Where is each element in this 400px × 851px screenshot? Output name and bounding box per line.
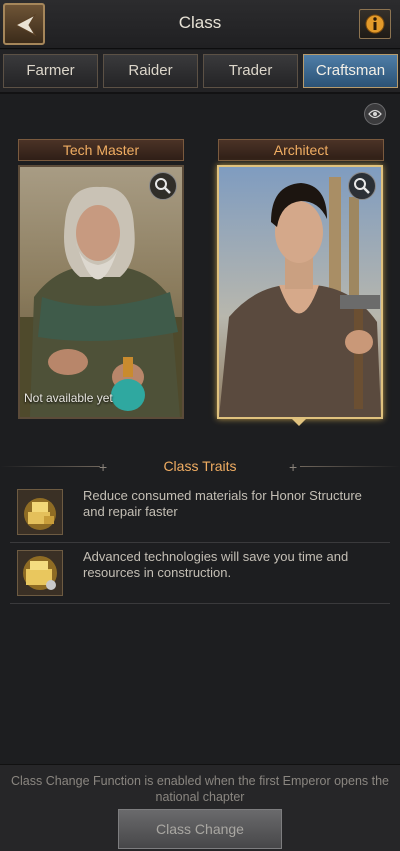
trait-description: Advanced technologies will save you time… xyxy=(83,549,349,580)
trait-item: Reduce consumed materials for Honor Stru… xyxy=(10,484,390,543)
zoom-button-tech-master[interactable] xyxy=(149,172,177,200)
tab-farmer[interactable]: Farmer xyxy=(3,54,98,88)
plus-ornament-right-icon: + xyxy=(289,459,298,475)
selected-marker-icon xyxy=(292,419,306,426)
eye-toggle-button[interactable] xyxy=(364,103,386,125)
tab-raider[interactable]: Raider xyxy=(103,54,198,88)
eye-icon xyxy=(368,109,382,119)
construction-tech-icon xyxy=(17,550,63,596)
card-architect[interactable] xyxy=(217,165,383,419)
class-change-notice: Class Change Function is enabled when th… xyxy=(11,774,389,804)
tab-craftsman[interactable]: Craftsman xyxy=(303,54,398,88)
structure-materials-icon xyxy=(17,489,63,535)
tabs-divider xyxy=(0,92,400,94)
class-tabs: Farmer Raider Trader Craftsman xyxy=(0,50,400,92)
card-label-tech-master: Tech Master xyxy=(18,139,184,161)
card-tech-master[interactable]: Not available yet xyxy=(18,165,184,419)
header-bar: Class xyxy=(0,0,400,49)
architect-portrait xyxy=(219,167,381,417)
footer-panel: Class Change Function is enabled when th… xyxy=(0,764,400,851)
trait-item: Advanced technologies will save you time… xyxy=(10,545,390,604)
info-button[interactable] xyxy=(359,9,391,39)
traits-divider-right xyxy=(300,466,400,467)
magnifier-icon xyxy=(354,178,370,194)
magnifier-icon xyxy=(155,178,171,194)
zoom-button-architect[interactable] xyxy=(348,172,376,200)
info-icon xyxy=(365,14,385,34)
tech-master-portrait xyxy=(20,167,182,417)
not-available-label: Not available yet xyxy=(24,391,113,405)
card-label-architect: Architect xyxy=(218,139,384,161)
trait-description: Reduce consumed materials for Honor Stru… xyxy=(83,488,362,519)
tab-trader[interactable]: Trader xyxy=(203,54,298,88)
page-title: Class xyxy=(178,13,222,32)
class-change-button[interactable]: Class Change xyxy=(118,809,282,849)
